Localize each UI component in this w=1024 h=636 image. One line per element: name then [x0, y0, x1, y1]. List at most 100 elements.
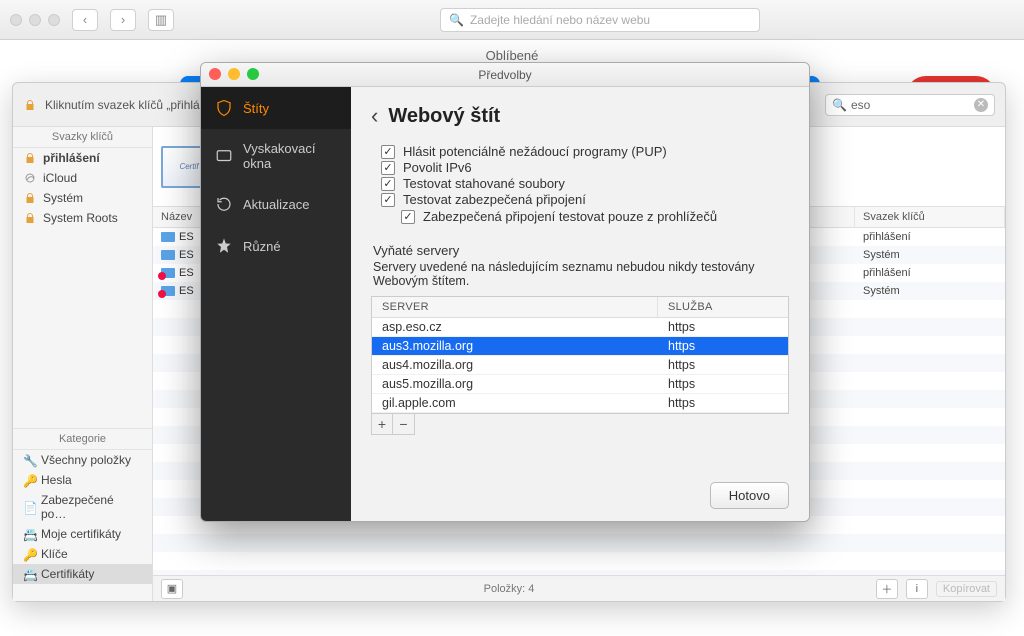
keychain-item[interactable]: iCloud	[13, 168, 152, 188]
row-name: ES	[179, 285, 194, 297]
server-name: asp.eso.cz	[372, 318, 658, 336]
preview-toggle-button[interactable]: ▣	[161, 579, 183, 599]
row-name: ES	[179, 231, 194, 243]
address-placeholder: Zadejte hledání nebo název webu	[470, 13, 650, 27]
keychain-item[interactable]: Systém	[13, 188, 152, 208]
forward-button[interactable]: ›	[110, 9, 136, 31]
close-icon[interactable]	[10, 14, 22, 26]
col-service[interactable]: SLUŽBA	[658, 297, 788, 317]
server-service: https	[658, 318, 788, 336]
category-label: Certifikáty	[41, 567, 94, 581]
category-item[interactable]: 📇Moje certifikáty	[13, 524, 152, 544]
search-icon: 🔍	[449, 13, 464, 27]
certificate-icon	[161, 268, 175, 278]
row-chain: Systém	[855, 249, 1005, 261]
server-name: aus3.mozilla.org	[372, 337, 658, 355]
keychain-search-value: eso	[851, 98, 870, 112]
checkbox-row[interactable]: Hlásit potenciálně nežádoucí programy (P…	[381, 144, 789, 159]
category-icon: 📇	[23, 528, 35, 540]
preferences-titlebar: Předvolby	[201, 63, 809, 87]
zoom-icon[interactable]	[247, 68, 259, 80]
keychain-title: Kliknutím svazek klíčů „přihláš	[45, 98, 206, 112]
server-row[interactable]: aus4.mozilla.orghttps	[372, 356, 788, 375]
category-icon: 📄	[23, 501, 35, 513]
keychain-item-label: Systém	[43, 191, 83, 205]
favorites-label: Oblíbené	[0, 48, 1024, 63]
lock-icon[interactable]	[23, 98, 37, 112]
category-item[interactable]: 🔑Hesla	[13, 470, 152, 490]
category-icon: 📇	[23, 568, 35, 580]
server-service: https	[658, 394, 788, 412]
keychain-search[interactable]: 🔍 eso ✕	[825, 94, 995, 116]
minimize-icon[interactable]	[29, 14, 41, 26]
sidebar-item-shields[interactable]: Štíty	[201, 87, 351, 129]
sidebar-item-misc[interactable]: Různé	[201, 225, 351, 267]
row-name: ES	[179, 267, 194, 279]
preferences-main: ‹ Webový štít Hlásit potenciálně nežádou…	[351, 87, 809, 521]
col-server[interactable]: SERVER	[372, 297, 658, 317]
add-button[interactable]: ＋	[876, 579, 898, 599]
server-row[interactable]: aus3.mozilla.orghttps	[372, 337, 788, 356]
category-item[interactable]: 📄 Zabezpečené po…	[13, 490, 152, 524]
done-button[interactable]: Hotovo	[710, 482, 789, 509]
row-name: ES	[179, 249, 194, 261]
checkbox-row[interactable]: Testovat zabezpečená připojení	[381, 192, 789, 207]
search-icon: 🔍	[832, 98, 847, 112]
server-row[interactable]: gil.apple.comhttps	[372, 394, 788, 413]
checkbox-secure-browsers-only[interactable]: Zabezpečená připojení testovat pouze z p…	[401, 209, 789, 224]
lock-icon	[23, 211, 37, 225]
item-count: Položky: 4	[484, 583, 535, 595]
keychain-sidebar: Svazky klíčů přihlášeníiCloudSystémSyste…	[13, 127, 153, 601]
server-row[interactable]: asp.eso.czhttps	[372, 318, 788, 337]
category-label: Všechny položky	[41, 453, 131, 467]
category-label: Zabezpečené po…	[41, 493, 142, 521]
sidebar-toggle-button[interactable]: ▥	[148, 9, 174, 31]
address-bar-container: 🔍 Zadejte hledání nebo název webu	[186, 8, 1014, 32]
keychain-item[interactable]: přihlášení	[13, 148, 152, 168]
back-button[interactable]: ‹	[371, 103, 378, 129]
sidebar-item-popups[interactable]: Vyskakovací okna	[201, 129, 351, 183]
add-server-button[interactable]: +	[372, 414, 393, 434]
category-item[interactable]: 📇 Certifikáty	[13, 564, 152, 584]
copy-button[interactable]: Kopírovat	[936, 581, 997, 597]
exempt-servers-description: Servery uvedené na následujícím seznamu …	[373, 260, 789, 288]
category-item[interactable]: 🔧 Všechny položky	[13, 450, 152, 470]
category-item[interactable]: 🔑Klíče	[13, 544, 152, 564]
col-chain[interactable]: Svazek klíčů	[855, 207, 1005, 227]
sidebar-item-label: Aktualizace	[243, 197, 309, 212]
server-name: aus5.mozilla.org	[372, 375, 658, 393]
address-bar[interactable]: 🔍 Zadejte hledání nebo název webu	[440, 8, 760, 32]
checkbox-label: Testovat stahované soubory	[403, 176, 565, 191]
minimize-icon[interactable]	[228, 68, 240, 80]
keychain-item[interactable]: System Roots	[13, 208, 152, 228]
server-name: aus4.mozilla.org	[372, 356, 658, 374]
certificate-icon	[161, 232, 175, 242]
server-service: https	[658, 337, 788, 355]
preferences-window: Předvolby Štíty Vyskakovací okna Aktualiza…	[200, 62, 810, 522]
info-button[interactable]: i	[906, 579, 928, 599]
back-button[interactable]: ‹	[72, 9, 98, 31]
certificate-icon	[161, 286, 175, 296]
browser-toolbar: ‹ › ▥ 🔍 Zadejte hledání nebo název webu	[0, 0, 1024, 40]
server-row[interactable]: aus5.mozilla.orghttps	[372, 375, 788, 394]
zoom-icon[interactable]	[48, 14, 60, 26]
exempt-servers-header: Vyňaté servery	[373, 243, 789, 258]
sidebar-item-label: Štíty	[243, 101, 269, 116]
remove-server-button[interactable]: −	[393, 414, 414, 434]
keychain-item-label: přihlášení	[43, 151, 100, 165]
checkbox-row[interactable]: Povolit IPv6	[381, 160, 789, 175]
traffic-lights	[209, 68, 259, 80]
sidebar-item-updates[interactable]: Aktualizace	[201, 183, 351, 225]
checkbox-label: Zabezpečená připojení testovat pouze z p…	[423, 209, 717, 224]
keychain-footer: ▣ ＋ i Kopírovat Položky: 4	[153, 575, 1005, 601]
checkbox-icon	[401, 210, 415, 224]
close-icon[interactable]	[209, 68, 221, 80]
lock-icon	[23, 171, 37, 185]
keychain-item-label: System Roots	[43, 211, 118, 225]
clear-search-icon[interactable]: ✕	[974, 98, 988, 112]
checkbox-row[interactable]: Testovat stahované soubory	[381, 176, 789, 191]
page-title: Webový štít	[388, 105, 500, 128]
checkbox-icon	[381, 161, 395, 175]
keychain-item-label: iCloud	[43, 171, 77, 185]
category-icon: 🔧	[23, 454, 35, 466]
